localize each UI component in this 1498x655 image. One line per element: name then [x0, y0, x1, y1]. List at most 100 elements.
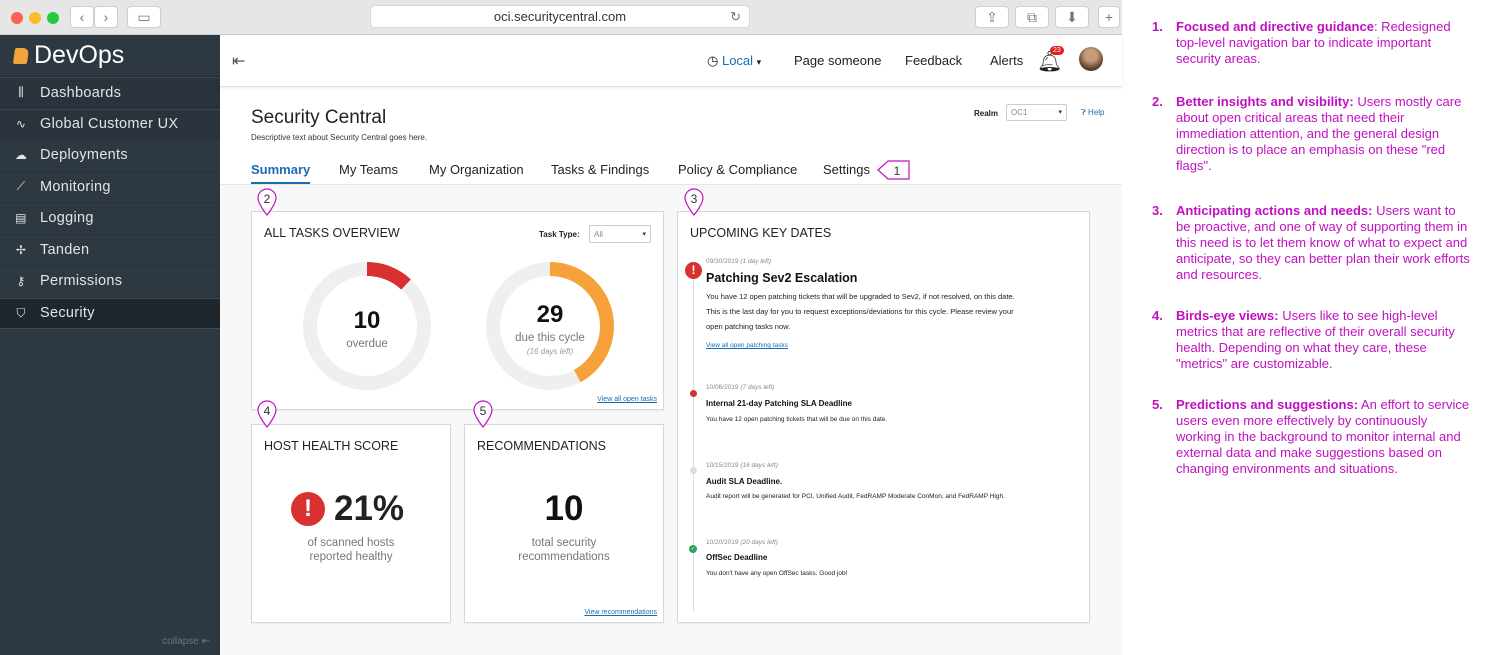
menu-collapse-icon[interactable]: ⇤	[232, 51, 245, 71]
region-label: Local	[721, 53, 754, 68]
realm-select[interactable]: OC1 ▾	[1006, 104, 1067, 121]
key-icon: ⚷	[16, 274, 26, 289]
recommendations-label: recommendations	[518, 551, 610, 563]
view-patching-tasks-link[interactable]: View all open patching tasks	[706, 342, 788, 349]
alert-icon: !	[291, 492, 325, 526]
feedback-link[interactable]: Feedback	[905, 53, 962, 68]
tab-my-organization[interactable]: My Organization	[429, 162, 524, 177]
sidebar-item-dashboards[interactable]: ⫼ Dashboards	[0, 77, 220, 109]
sidebar-item-logging[interactable]: ▤ Logging	[0, 203, 220, 235]
due-days-left: (16 days left)	[526, 347, 574, 356]
clock-icon: ◷	[707, 53, 719, 68]
sidebar: DevOps ⫼ Dashboards ∿ Global Customer UX ☁…	[0, 35, 220, 655]
alert-count-badge: 23	[1050, 46, 1064, 55]
sidebar-item-label: Global Customer UX	[40, 116, 179, 133]
reload-icon[interactable]: ↻	[730, 6, 741, 28]
close-window-button[interactable]	[11, 12, 23, 24]
tab-tasks-findings[interactable]: Tasks & Findings	[551, 162, 649, 177]
annotation-pin-3: 3	[684, 188, 704, 216]
event-title: Patching Sev2 Escalation	[706, 271, 858, 285]
timeline-line	[693, 262, 694, 612]
task-type-value: All	[594, 230, 603, 239]
sidebar-item-security[interactable]: ⛉ Security	[0, 297, 220, 329]
help-label: Help	[1088, 108, 1105, 117]
event-date: 09/30/2019 (1 day left)	[706, 258, 772, 265]
collapse-icon: ⇤	[201, 636, 210, 647]
recommendations-count: 10	[544, 489, 584, 528]
url-bar[interactable]: oci.securitycentral.com ↻	[370, 5, 750, 28]
event-title: Audit SLA Deadline.	[706, 477, 783, 486]
sidebar-item-deployments[interactable]: ☁ Deployments	[0, 140, 220, 172]
annotation-note-4: 4. Birds-eye views: Users like to see hig…	[1152, 308, 1455, 371]
sidebar-item-label: Tanden	[40, 241, 90, 258]
brand-name: DevOps	[34, 41, 125, 69]
alerts-link[interactable]: Alerts	[990, 53, 1023, 68]
browser-chrome: ‹ › ▭ oci.securitycentral.com ↻ ⇪ ⧉ ⬇ +	[0, 0, 1122, 35]
svg-text:4: 4	[264, 404, 271, 418]
page-title: Security Central	[251, 107, 387, 128]
due-donut: 29 due this cycle (16 days left)	[482, 258, 618, 394]
sidebar-item-label: Monitoring	[40, 178, 111, 195]
realm-label: Realm	[974, 109, 999, 118]
svg-text:1: 1	[894, 164, 901, 178]
tab-my-teams[interactable]: My Teams	[339, 162, 398, 177]
event-date: 10/06/2019 (7 days left)	[706, 384, 775, 391]
sidebar-item-label: Logging	[40, 210, 94, 227]
svg-text:3: 3	[691, 192, 698, 206]
sidebar-item-label: Permissions	[40, 273, 123, 290]
tasks-overview-card: ALL TASKS OVERVIEW Task Type: All ▾ 10 ov…	[251, 211, 664, 410]
tab-summary[interactable]: Summary	[251, 162, 311, 184]
share-icon[interactable]: ⇪	[975, 6, 1009, 28]
minimize-window-button[interactable]	[29, 12, 41, 24]
task-type-select[interactable]: All ▾	[589, 225, 651, 243]
event-description: You have 12 open patching tickets that w…	[706, 416, 888, 423]
sidebar-toggle-icon[interactable]: ▭	[127, 6, 161, 28]
overdue-donut: 10 overdue	[299, 258, 435, 394]
annotation-note-2: 2. Better insights and visibility: Users …	[1152, 94, 1462, 173]
sidebar-item-monitoring[interactable]: ⟋ Monitoring	[0, 172, 220, 203]
avatar[interactable]	[1079, 47, 1103, 71]
maximize-window-button[interactable]	[47, 12, 59, 24]
sidebar-item-permissions[interactable]: ⚷ Permissions	[0, 266, 220, 298]
back-icon[interactable]: ‹	[70, 6, 94, 28]
tab-policy-compliance[interactable]: Policy & Compliance	[678, 162, 797, 177]
new-tab-icon[interactable]: +	[1098, 6, 1120, 28]
sidebar-item-global-customer-ux[interactable]: ∿ Global Customer UX	[0, 108, 220, 140]
card-title: RECOMMENDATIONS	[477, 439, 606, 453]
event-date: 10/15/2019 (16 days left)	[706, 462, 778, 469]
forward-icon[interactable]: ›	[94, 6, 118, 28]
region-selector[interactable]: ◷ Local ▾	[707, 53, 761, 69]
event-description: You don't have any open OffSec tasks. Go…	[706, 570, 848, 577]
annotation-pin-4: 4	[257, 400, 277, 428]
neutral-dot-icon	[690, 467, 697, 474]
warning-dot-icon	[690, 390, 697, 397]
recommendations-label: total security	[531, 537, 597, 549]
event-description: You have 12 open patching tickets that w…	[706, 292, 1015, 331]
sidebar-item-label: Deployments	[40, 147, 128, 164]
help-icon: ❓︎	[1081, 108, 1086, 117]
download-icon[interactable]: ⬇	[1055, 6, 1089, 28]
view-all-tasks-link[interactable]: View all open tasks	[597, 396, 657, 403]
sidebar-item-tanden[interactable]: ✢ Tanden	[0, 235, 220, 266]
log-icon: ▤	[15, 211, 27, 226]
event-description: Audit report will be generated for PCI, …	[706, 493, 1005, 500]
host-health-card: HOST HEALTH SCORE ! 21% of scanned hosts…	[251, 424, 451, 623]
view-recommendations-link[interactable]: View recommendations	[584, 609, 657, 616]
check-icon: ✓	[689, 545, 697, 553]
tab-settings[interactable]: Settings	[823, 162, 870, 177]
due-value: 29	[536, 301, 564, 328]
recommendations-card: RECOMMENDATIONS 10 total security recomm…	[464, 424, 664, 623]
annotation-pin-5: 5	[473, 400, 493, 428]
tabs-icon[interactable]: ⧉	[1015, 6, 1049, 28]
brand[interactable]: DevOps	[0, 35, 220, 77]
card-title: HOST HEALTH SCORE	[264, 439, 399, 453]
page-someone-link[interactable]: Page someone	[794, 53, 881, 68]
sidebar-item-label: Security	[40, 305, 95, 322]
due-label: due this cycle	[515, 332, 585, 344]
svg-text:2: 2	[264, 192, 271, 206]
help-link[interactable]: ❓︎ Help	[1081, 108, 1105, 118]
chevron-down-icon: ▾	[642, 231, 646, 238]
collapse-button[interactable]: collapse ⇤	[162, 636, 210, 647]
page-description: Descriptive text about Security Central …	[251, 133, 428, 142]
realm-value: OC1	[1011, 108, 1028, 117]
